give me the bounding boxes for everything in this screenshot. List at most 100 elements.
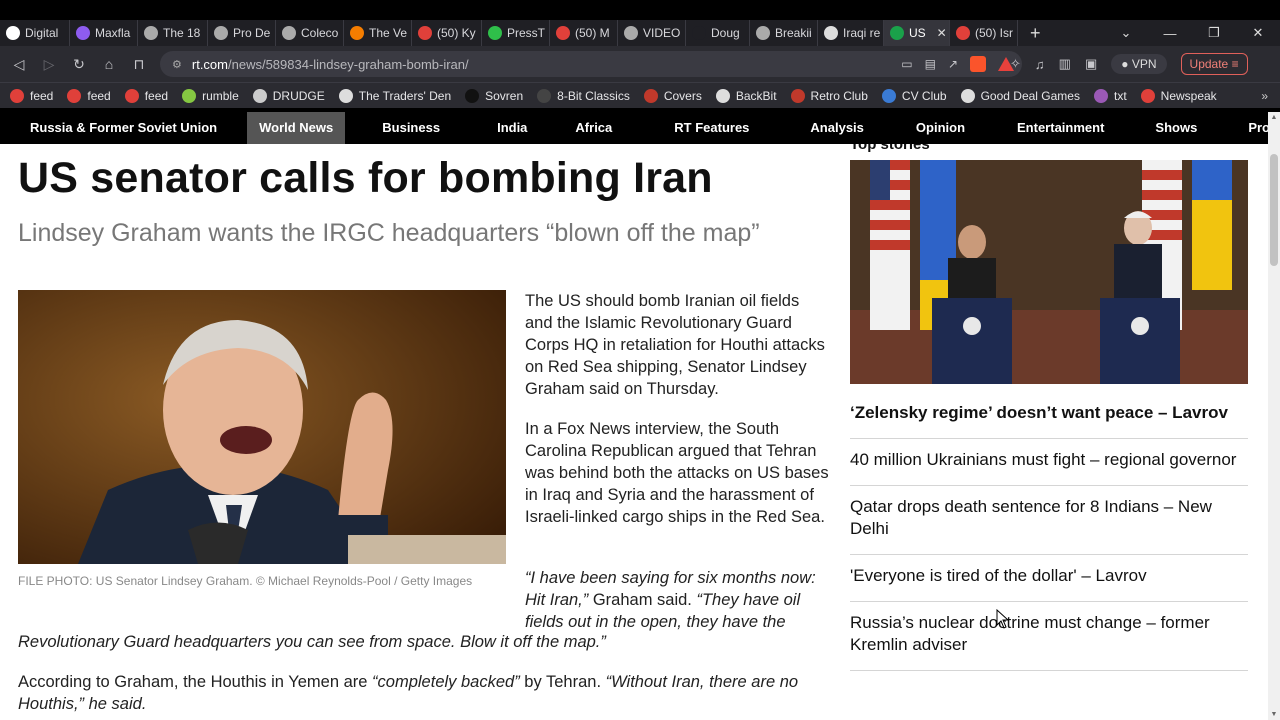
bookmark-favicon-icon xyxy=(1140,88,1155,103)
paragraph-quote: “completely backed” xyxy=(372,673,520,691)
address-bar[interactable]: ⚙ rt.com/news/589834-lindsey-graham-bomb… xyxy=(160,51,1022,77)
reload-icon[interactable]: ↻ xyxy=(64,56,94,73)
bookmarks-overflow-icon[interactable]: » xyxy=(1261,89,1268,103)
tab-label: Breakii xyxy=(775,26,812,40)
close-tab-icon[interactable]: ✕ xyxy=(937,26,947,40)
minimize-button[interactable]: — xyxy=(1148,26,1192,41)
bookmark-label: Covers xyxy=(663,88,702,103)
tab-11[interactable]: Breakii xyxy=(750,20,818,46)
nav-item[interactable]: Analysis xyxy=(783,112,890,144)
site-settings-icon[interactable]: ⚙ xyxy=(172,58,182,71)
scrollbar-thumb[interactable] xyxy=(1270,154,1278,266)
bookmark-item[interactable]: Sovren xyxy=(465,88,523,103)
bookmark-item[interactable]: feed xyxy=(67,88,111,103)
blogger-icon xyxy=(350,26,364,40)
press-conference-illustration xyxy=(850,160,1248,384)
reader-icon[interactable]: ▤ xyxy=(925,57,936,71)
nav-item[interactable]: Africa xyxy=(547,112,640,144)
top-story-photo[interactable] xyxy=(850,160,1248,384)
bookmark-item[interactable]: The Traders' Den xyxy=(338,88,452,103)
bookmark-item[interactable]: BackBit xyxy=(715,88,777,103)
update-button[interactable]: Update ≡ xyxy=(1180,53,1248,75)
tab-9[interactable]: VIDEO xyxy=(618,20,686,46)
tab-list-icon[interactable]: ⌄ xyxy=(1104,25,1148,41)
article-photo xyxy=(18,290,506,564)
bookmark-favicon-icon xyxy=(10,88,24,103)
tab-6[interactable]: (50) Ky xyxy=(412,20,482,46)
scroll-down-icon[interactable]: ▼ xyxy=(1270,711,1278,718)
tab-label: US xyxy=(909,26,926,40)
tab-1[interactable]: Maxfla xyxy=(70,20,138,46)
home-icon[interactable]: ⌂ xyxy=(94,56,124,72)
tab-13[interactable]: US ✕ xyxy=(884,20,950,46)
back-icon[interactable]: ◁ xyxy=(4,56,34,73)
cast-icon[interactable]: ▭ xyxy=(901,57,912,71)
bookmark-favicon-icon xyxy=(124,88,139,103)
top-stories-list: ‘Zelensky regime’ doesn’t want peace – L… xyxy=(850,392,1248,671)
top-story-link[interactable]: 40 million Ukrainians must fight – regio… xyxy=(850,439,1248,486)
tab-0[interactable]: Digital xyxy=(0,20,70,46)
vpn-button[interactable]: ● VPN xyxy=(1111,54,1167,74)
feed-icon xyxy=(956,26,970,40)
nav-item[interactable]: Opinion xyxy=(891,112,990,144)
tab-12[interactable]: Iraqi re xyxy=(818,20,884,46)
bookmark-label: The Traders' Den xyxy=(358,88,452,103)
top-story-link[interactable]: ‘Zelensky regime’ doesn’t want peace – L… xyxy=(850,392,1248,439)
sidebar-icon[interactable]: ▥ xyxy=(1059,56,1071,72)
tab-label: Pro De xyxy=(233,26,271,40)
bookmark-item[interactable]: rumble xyxy=(182,88,239,103)
bookmark-favicon-icon xyxy=(1093,88,1108,103)
article-paragraph: According to Graham, the Houthis in Yeme… xyxy=(18,671,828,693)
bookmark-item[interactable]: feed xyxy=(124,88,168,103)
bookmark-label: Good Deal Games xyxy=(980,88,1080,103)
page-scrollbar[interactable]: ▲ ▼ xyxy=(1268,112,1280,720)
brave-shield-icon[interactable] xyxy=(970,56,986,72)
bookmark-item[interactable]: txt xyxy=(1093,88,1127,103)
tab-3[interactable]: Pro De xyxy=(208,20,276,46)
top-story-link[interactable]: Qatar drops death sentence for 8 Indians… xyxy=(850,486,1248,555)
tab-7[interactable]: PressT xyxy=(482,20,550,46)
nav-item[interactable]: Russia & Former Soviet Union xyxy=(0,112,247,144)
top-story-link[interactable]: 'Everyone is tired of the dollar' – Lavr… xyxy=(850,555,1248,602)
bookmark-item[interactable]: Covers xyxy=(643,88,702,103)
bookmark-item[interactable]: feed xyxy=(10,88,53,103)
media-icon[interactable]: ♫ xyxy=(1035,57,1045,72)
tab-10[interactable]: Doug xyxy=(686,20,750,46)
bookmark-item[interactable]: Retro Club xyxy=(790,88,868,103)
tab-label: The Ve xyxy=(369,26,408,40)
nav-item[interactable]: World News xyxy=(247,112,346,144)
nav-item[interactable]: Business xyxy=(345,112,477,144)
nav-item[interactable]: India xyxy=(477,112,547,144)
browser-toolbar: ◁ ▷ ↻ ⌂ ⊓ ⚙ rt.com/news/589834-lindsey-g… xyxy=(0,46,1280,82)
top-story-link[interactable]: Russia’s nuclear doctrine must change – … xyxy=(850,602,1248,671)
bookmark-icon[interactable]: ⊓ xyxy=(124,56,154,73)
wallet-icon[interactable]: ▣ xyxy=(1085,56,1097,72)
tab-4[interactable]: Coleco xyxy=(276,20,344,46)
tab-label: Iraqi re xyxy=(843,26,881,40)
forward-icon[interactable]: ▷ xyxy=(34,56,64,73)
restore-button[interactable]: ❐ xyxy=(1192,25,1236,41)
scroll-up-icon[interactable]: ▲ xyxy=(1270,114,1278,121)
share-icon[interactable]: ↗ xyxy=(948,57,958,71)
tab-8[interactable]: (50) M xyxy=(550,20,618,46)
nav-item[interactable]: Entertainment xyxy=(990,112,1131,144)
close-window-button[interactable]: ✕ xyxy=(1236,25,1280,41)
bookmark-item[interactable]: DRUDGE xyxy=(252,88,325,103)
nav-item[interactable]: Shows xyxy=(1131,112,1221,144)
article-body: The US should bomb Iranian oil fields an… xyxy=(525,290,830,546)
bookmark-item[interactable]: CV Club xyxy=(881,88,947,103)
extensions-icon[interactable]: ✧ xyxy=(1010,56,1021,72)
tab-5[interactable]: The Ve xyxy=(344,20,412,46)
globe-icon xyxy=(282,26,296,40)
senator-photo-illustration xyxy=(18,290,506,564)
bookmark-item[interactable]: Good Deal Games xyxy=(960,88,1080,103)
new-tab-button[interactable]: + xyxy=(1018,23,1053,44)
bookmark-favicon-icon xyxy=(790,88,805,103)
bookmark-item[interactable]: 8-Bit Classics xyxy=(537,88,630,103)
tab-14[interactable]: (50) Isr xyxy=(950,20,1018,46)
bookmark-item[interactable]: Newspeak xyxy=(1140,88,1217,103)
bookmark-favicon-icon xyxy=(715,88,730,103)
tab-2[interactable]: The 18 xyxy=(138,20,208,46)
paragraph-text: According to Graham, the Houthis in Yeme… xyxy=(18,673,373,691)
nav-item[interactable]: RT Features xyxy=(640,112,783,144)
